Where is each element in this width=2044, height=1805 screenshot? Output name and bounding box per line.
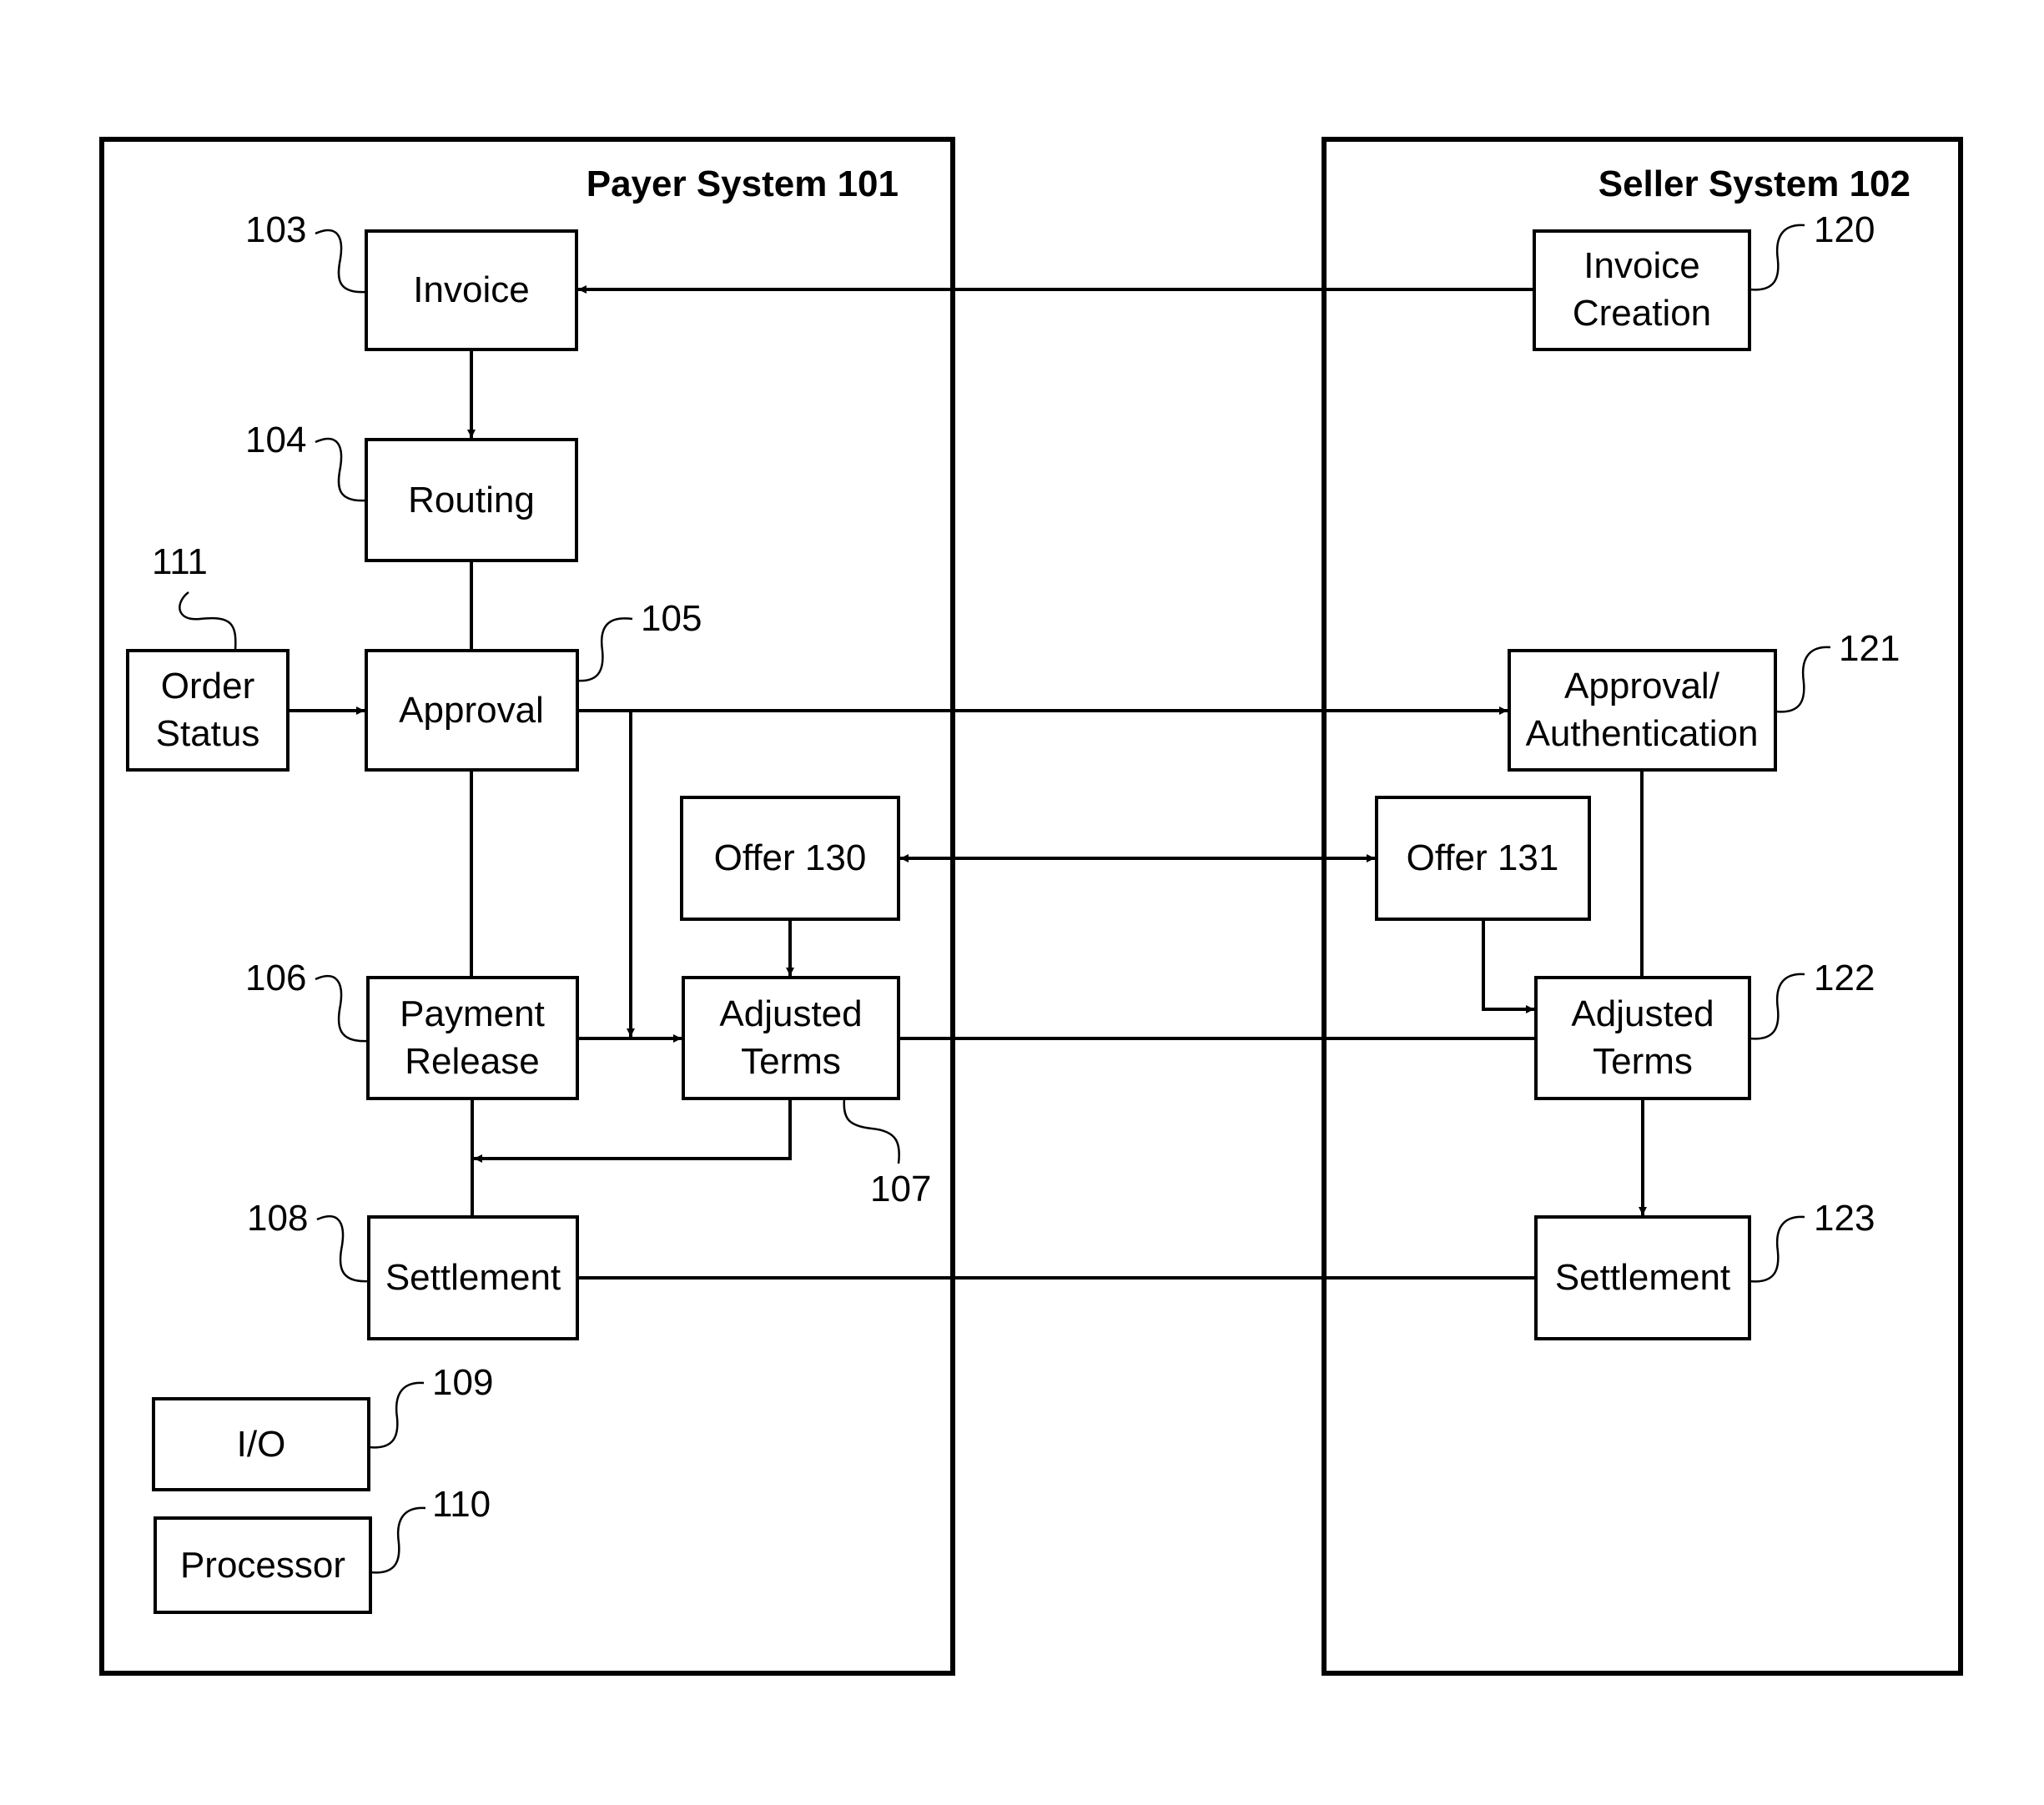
ref-number: 109 xyxy=(432,1362,493,1403)
block-io: I/O 109 xyxy=(152,1362,493,1491)
ref-number: 108 xyxy=(247,1198,308,1239)
block-label: Settlement xyxy=(385,1257,561,1298)
block-adjusted-terms-107: Adjusted Terms 107 xyxy=(682,976,931,1209)
ref-leader xyxy=(316,1214,370,1283)
ref-number: 123 xyxy=(1814,1198,1875,1239)
ref-number: 104 xyxy=(245,420,306,460)
ref-leader xyxy=(315,974,369,1043)
block-adjusted-terms-122: Adjusted Terms 122 xyxy=(1534,958,1875,1100)
wire-offer-131-to-adjusted-terms xyxy=(1482,919,1534,1013)
block-label-line-2: Terms xyxy=(1593,1041,1693,1082)
ref-leader xyxy=(576,617,633,682)
block-label: Routing xyxy=(408,480,535,520)
block-label-line-2: Release xyxy=(405,1041,539,1082)
block-label-line-1: Adjusted xyxy=(719,993,862,1034)
block-settlement-123: Settlement 123 xyxy=(1534,1198,1875,1340)
payment-flow-diagram: Payer System 101 Seller System 102 Invoi… xyxy=(99,137,1963,1676)
block-label-line-1: Approval/ xyxy=(1564,666,1720,706)
block-offer-130: Offer 130 xyxy=(680,796,900,921)
block-label-line-2: Authentication xyxy=(1526,713,1759,754)
ref-number: 122 xyxy=(1814,958,1875,998)
block-label-line-2: Creation xyxy=(1573,293,1711,334)
block-label-line-1: Adjusted xyxy=(1571,993,1714,1034)
ref-number: 103 xyxy=(245,209,306,250)
ref-leader xyxy=(843,1098,900,1164)
ref-leader xyxy=(315,229,367,294)
ref-leader xyxy=(1749,973,1805,1040)
block-label: Invoice xyxy=(413,269,529,310)
block-label-line-1: Order xyxy=(161,666,254,706)
ref-number: 110 xyxy=(432,1484,491,1525)
block-label-line-2: Terms xyxy=(741,1041,841,1082)
block-label: Settlement xyxy=(1555,1257,1730,1298)
ref-leader xyxy=(315,437,367,502)
wire-adjusted-terms-to-settlement-line xyxy=(474,1099,792,1163)
ref-leader xyxy=(370,1506,426,1574)
block-approval-authentication: Approval/ Authentication 121 xyxy=(1508,628,1900,772)
ref-number: 111 xyxy=(152,541,208,582)
block-offer-131: Offer 131 xyxy=(1375,796,1591,921)
block-order-status: Order Status 111 xyxy=(126,541,289,772)
ref-number: 120 xyxy=(1814,209,1875,250)
block-label-line-2: Status xyxy=(156,713,260,754)
block-label: Offer 130 xyxy=(714,837,867,878)
block-routing: Routing 104 xyxy=(245,420,578,562)
ref-number: 106 xyxy=(245,958,306,998)
block-label-line-1: Invoice xyxy=(1583,245,1699,286)
ref-number: 105 xyxy=(641,598,702,639)
block-approval: Approval 105 xyxy=(365,598,702,772)
block-label: Processor xyxy=(180,1545,345,1586)
ref-leader xyxy=(368,1381,425,1449)
block-invoice-creation: Invoice Creation 120 xyxy=(1533,209,1875,351)
block-label: Approval xyxy=(399,690,544,731)
ref-leader xyxy=(1749,224,1805,291)
ref-number: 121 xyxy=(1839,628,1900,669)
block-label: I/O xyxy=(237,1424,286,1465)
block-settlement-108: Settlement 108 xyxy=(247,1198,579,1340)
connections xyxy=(288,285,1647,1280)
payer-system-title: Payer System 101 xyxy=(587,163,899,204)
block-invoice: Invoice 103 xyxy=(245,209,578,351)
block-label: Offer 131 xyxy=(1407,837,1559,878)
block-payment-release: Payment Release 106 xyxy=(245,958,579,1100)
ref-leader xyxy=(179,591,237,651)
block-label-line-1: Payment xyxy=(400,993,545,1034)
block-processor: Processor 110 xyxy=(154,1484,491,1614)
seller-system-title: Seller System 102 xyxy=(1598,163,1911,204)
ref-leader xyxy=(1749,1215,1805,1283)
ref-number: 107 xyxy=(870,1169,931,1209)
ref-leader xyxy=(1775,646,1831,713)
